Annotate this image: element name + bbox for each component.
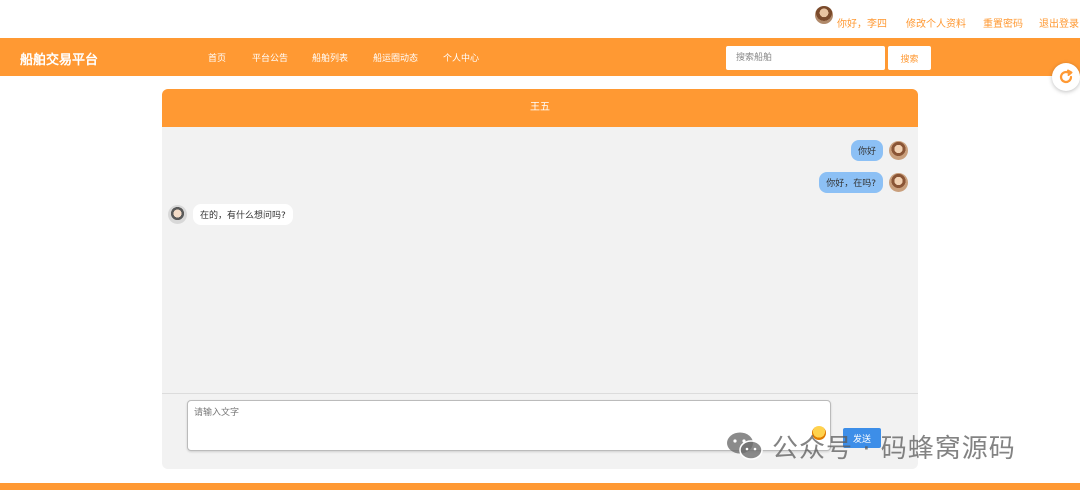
nav-item-announcements[interactable]: 平台公告 bbox=[252, 51, 288, 64]
search-button[interactable]: 搜索 bbox=[888, 46, 931, 70]
my-avatar bbox=[889, 141, 908, 160]
logout-link[interactable]: 退出登录 bbox=[1039, 15, 1079, 30]
watermark: 公众号 · 码蜂窝源码 bbox=[726, 430, 1016, 464]
contact-avatar bbox=[168, 205, 187, 224]
user-avatar[interactable] bbox=[815, 6, 833, 24]
my-avatar bbox=[889, 173, 908, 192]
nav-item-personal-center[interactable]: 个人中心 bbox=[443, 51, 479, 64]
reset-password-link[interactable]: 重置密码 bbox=[983, 15, 1023, 30]
message-item: 在的，有什么想问吗? bbox=[168, 204, 293, 225]
greeting-link[interactable]: 你好，李四 bbox=[837, 15, 887, 30]
message-list[interactable]: 你好 你好，在吗? 在的，有什么想问吗? bbox=[162, 127, 918, 392]
nav-item-home[interactable]: 首页 bbox=[208, 51, 226, 64]
main-nav: 船舶交易平台 首页 平台公告 船舶列表 船运圈动态 个人中心 搜索 bbox=[0, 38, 1080, 76]
chat-panel: 王五 你好 你好，在吗? 在的，有什么想问吗? 发送 bbox=[162, 89, 918, 469]
wechat-icon bbox=[726, 431, 764, 461]
chat-title: 王五 bbox=[162, 89, 918, 127]
search-input[interactable] bbox=[726, 46, 885, 70]
footer-bar bbox=[0, 483, 1080, 490]
message-bubble: 在的，有什么想问吗? bbox=[193, 204, 293, 225]
user-bar: 你好，李四 修改个人资料 重置密码 退出登录 bbox=[0, 0, 1080, 38]
refresh-float-button[interactable] bbox=[1052, 63, 1080, 91]
message-bubble: 你好 bbox=[850, 140, 883, 161]
nav-item-ship-list[interactable]: 船舶列表 bbox=[312, 51, 348, 64]
message-item: 你好，在吗? bbox=[819, 172, 908, 193]
nav-item-shipping-feed[interactable]: 船运圈动态 bbox=[373, 51, 418, 64]
message-bubble: 你好，在吗? bbox=[819, 172, 883, 193]
message-item: 你好 bbox=[850, 140, 908, 161]
brand-logo[interactable]: 船舶交易平台 bbox=[20, 49, 98, 68]
divider bbox=[162, 393, 918, 394]
watermark-text: 公众号 · 码蜂窝源码 bbox=[772, 433, 1016, 464]
edit-profile-link[interactable]: 修改个人资料 bbox=[906, 15, 966, 30]
refresh-icon bbox=[1059, 69, 1073, 84]
